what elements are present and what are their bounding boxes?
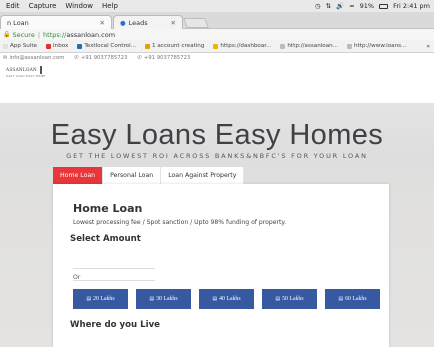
bookmark-label: https://dashboar...: [220, 43, 272, 49]
select-amount-label: Select Amount: [70, 234, 141, 244]
menu-help[interactable]: Help: [102, 2, 118, 10]
amount-input[interactable]: [73, 252, 155, 269]
battery-icon[interactable]: [379, 3, 389, 9]
page-icon: [280, 43, 286, 49]
cash-icon: ▤: [86, 296, 92, 302]
volume-icon[interactable]: 🔊: [336, 2, 344, 10]
amount-40-lakhs-button[interactable]: ▤ 40 Lakhs: [199, 289, 254, 309]
phone-icon: ✆: [74, 55, 79, 61]
tab-title: n Loan: [7, 18, 29, 27]
tab-loan[interactable]: n Loan ✕: [0, 15, 112, 29]
bookmarks-bar: App Suite Inbox Textlocal Control... 1 a…: [0, 40, 434, 53]
amount-label: 40 Lakhs: [219, 296, 241, 302]
cash-icon: ▤: [275, 296, 281, 302]
new-tab-button[interactable]: [183, 18, 209, 28]
tab-home-loan[interactable]: Home Loan: [53, 167, 104, 184]
close-icon[interactable]: ✕: [171, 19, 176, 27]
cash-icon: ▤: [149, 296, 155, 302]
close-icon[interactable]: ✕: [100, 19, 105, 27]
clock-icon[interactable]: ◷: [315, 2, 321, 10]
tab-loan-against-property[interactable]: Loan Against Property: [161, 167, 245, 184]
bookmark-label: Inbox: [53, 43, 69, 49]
mail-icon: ✉: [3, 55, 8, 61]
amount-60-lakhs-button[interactable]: ▤ 60 Lakhs: [325, 289, 380, 309]
amount-20-lakhs-button[interactable]: ▤ 20 Lakhs: [73, 289, 128, 309]
amount-30-lakhs-button[interactable]: ▤ 30 Lakhs: [136, 289, 191, 309]
address-bar[interactable]: 🔒 Secure | https:// assanloan.com: [0, 29, 434, 40]
wifi-icon[interactable]: ≈: [349, 2, 354, 10]
logo-name: ASSANLOAN: [6, 67, 37, 72]
amount-label: 60 Lakhs: [345, 296, 367, 302]
phone-text: +91 9037785723: [143, 55, 191, 61]
bookmark-icon: [3, 43, 8, 49]
lock-icon[interactable]: 🔒: [3, 31, 10, 38]
cash-icon: ▤: [338, 296, 344, 302]
bookmarks-more-button[interactable]: »: [426, 43, 430, 50]
url-host[interactable]: assanloan.com: [66, 31, 115, 39]
menu-capture[interactable]: Capture: [29, 2, 57, 10]
page-icon: [347, 43, 353, 49]
mail-icon: [46, 43, 51, 49]
bookmark-assanloan[interactable]: http://assanloan...: [280, 43, 338, 49]
contact-bar: ✉ info@assanloan.com ✆ +91 9037785723 ✆ +91…: [0, 53, 434, 63]
contact-phone-2[interactable]: ✆ +91 9037785723: [137, 55, 190, 61]
bookmark-account[interactable]: 1 account creating: [145, 43, 204, 49]
amount-buttons: ▤ 20 Lakhs ▤ 30 Lakhs ▤ 40 Lakhs ▤ 50 Lakhs …: [73, 289, 380, 309]
web-page: ✉ info@assanloan.com ✆ +91 9037785723 ✆ +91…: [0, 53, 434, 347]
bookmark-label: http://www.loans...: [354, 43, 407, 49]
tab-title: Leads: [128, 18, 148, 27]
amount-label: 20 Lakhs: [93, 296, 115, 302]
where-do-you-live-label: Where do you Live: [70, 320, 160, 330]
tab-leads[interactable]: ● Leads ✕: [113, 15, 183, 29]
cash-icon: ▤: [212, 296, 218, 302]
bookmark-textlocal[interactable]: Textlocal Control...: [77, 43, 136, 49]
contact-email[interactable]: ✉ info@assanloan.com: [3, 55, 64, 61]
bookmark-label: Textlocal Control...: [84, 43, 136, 49]
textlocal-icon: [77, 43, 83, 49]
url-scheme[interactable]: https://: [43, 31, 66, 39]
menu-window[interactable]: Window: [65, 2, 93, 10]
bookmark-label: App Suite: [10, 43, 37, 49]
menu-edit[interactable]: Edit: [6, 2, 20, 10]
menu-bar: Edit Capture Window Help ◷ ⇅ 🔊 ≈ 91% Fri…: [0, 0, 434, 12]
address-divider: |: [37, 30, 41, 39]
bookmark-label: http://assanloan...: [287, 43, 339, 49]
amount-label: 30 Lakhs: [156, 296, 178, 302]
battery-percent: 91%: [359, 2, 375, 10]
sync-icon[interactable]: ⇅: [326, 2, 331, 10]
bookmark-app-suite[interactable]: App Suite: [3, 43, 37, 49]
phone-text: +91 9037785723: [80, 55, 128, 61]
form-description: Lowest processing fee / Spot sanction / …: [73, 219, 287, 226]
form-title: Home Loan: [73, 202, 143, 215]
site-logo[interactable]: ASSANLOAN EASY LOAN EASY HOME: [6, 66, 46, 78]
loan-form-card: Home Loan Lowest processing fee / Spot s…: [53, 184, 389, 347]
secure-label[interactable]: Secure: [12, 31, 34, 39]
amount-50-lakhs-button[interactable]: ▤ 50 Lakhs: [262, 289, 317, 309]
bookmark-loans[interactable]: http://www.loans...: [347, 43, 406, 49]
status-area: ◷ ⇅ 🔊 ≈ 91% Fri 2:41 pm: [315, 0, 430, 12]
email-text: info@assanloan.com: [9, 55, 65, 61]
leads-favicon-icon: ●: [120, 18, 126, 27]
hero-title: Easy Loans Easy Homes: [50, 119, 384, 151]
logo-tagline: EASY LOAN EASY HOME: [6, 75, 46, 78]
bookmark-icon: [145, 43, 150, 49]
bookmark-dashboard[interactable]: https://dashboar...: [213, 43, 271, 49]
tab-strip: n Loan ✕ ● Leads ✕: [0, 12, 434, 29]
contact-phone-1[interactable]: ✆ +91 9037785723: [74, 55, 127, 61]
divider: [73, 280, 155, 281]
bookmark-inbox[interactable]: Inbox: [46, 43, 68, 49]
tab-personal-loan[interactable]: Personal Loan: [103, 167, 162, 184]
hero-subtitle: GET THE LOWEST ROI ACROSS BANKS&NBFC'S F…: [66, 152, 368, 160]
amount-label: 50 Lakhs: [282, 296, 304, 302]
logo-mark-icon: [39, 66, 42, 74]
loan-type-tabs: Home Loan Personal Loan Loan Against Pro…: [53, 167, 245, 184]
bookmark-label: 1 account creating: [152, 43, 205, 49]
clock-text[interactable]: Fri 2:41 pm: [393, 2, 430, 10]
phone-icon: ✆: [137, 55, 142, 61]
bookmark-icon: [213, 43, 219, 49]
